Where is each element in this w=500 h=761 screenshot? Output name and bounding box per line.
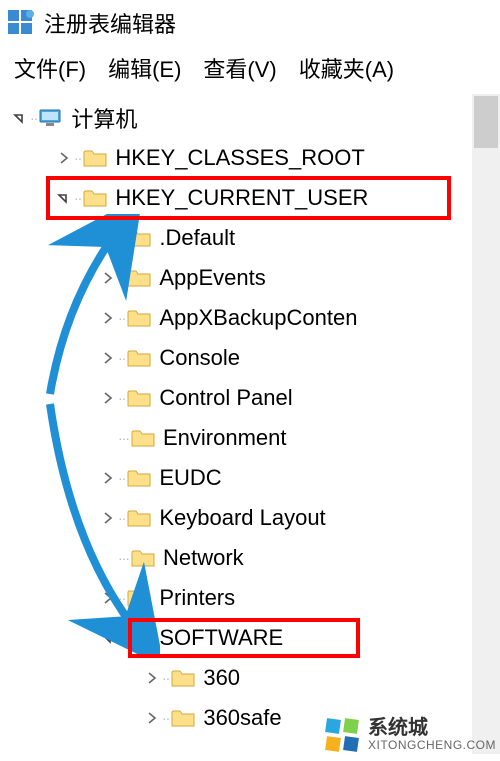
chevron-right-icon[interactable] [142,668,162,688]
tree-node-printers[interactable]: ·· Printers [0,578,500,618]
tree-label: AppXBackupConten [159,305,357,331]
tree-node-network[interactable]: ··· Network [0,538,500,578]
tree-label: 360 [203,665,240,691]
chevron-down-icon[interactable] [54,188,74,208]
tree-connector: ·· [118,270,125,286]
tree-label: HKEY_CURRENT_USER [115,185,368,211]
folder-icon [127,588,151,608]
folder-icon [127,228,151,248]
tree-node-appevents[interactable]: ·· AppEvents [0,258,500,298]
tree-label: Console [159,345,240,371]
tree-label: Control Panel [159,385,292,411]
tree-label: Printers [159,585,235,611]
regedit-icon [8,10,34,36]
menu-favorites[interactable]: 收藏夹(A) [299,52,394,84]
tree-connector: ·· [30,110,37,126]
tree-node-360[interactable]: ·· 360 [0,658,500,698]
menu-view[interactable]: 查看(V) [203,52,276,84]
computer-icon [39,108,63,128]
menu-file[interactable]: 文件(F) [14,52,86,84]
tree-node-computer[interactable]: ·· 计算机 [0,98,500,138]
tree-label: 计算机 [71,102,137,134]
tree-node-eudc[interactable]: ·· EUDC [0,458,500,498]
watermark-logo-icon [322,715,362,755]
tree: ·· 计算机 ·· HKEY_CLASSES_ROOT [0,94,500,738]
menubar: 文件(F) 编辑(E) 查看(V) 收藏夹(A) [0,46,500,94]
tree-node-appxbackup[interactable]: ·· AppXBackupConten [0,298,500,338]
tree-label: HKEY_CLASSES_ROOT [115,145,364,171]
folder-icon [127,308,151,328]
tree-connector: ·· [162,670,169,686]
tree-node-default[interactable]: ·· .Default [0,218,500,258]
tree-label: 360safe [203,705,281,731]
chevron-right-icon[interactable] [98,268,118,288]
menu-edit[interactable]: 编辑(E) [108,52,181,84]
chevron-right-icon[interactable] [98,388,118,408]
tree-label: Environment [163,425,287,451]
tree-node-keyboard[interactable]: ·· Keyboard Layout [0,498,500,538]
registry-editor-window: 注册表编辑器 文件(F) 编辑(E) 查看(V) 收藏夹(A) ·· 计算机 [0,0,500,761]
tree-connector: ·· [162,710,169,726]
folder-icon [127,508,151,528]
tree-label: AppEvents [159,265,265,291]
folder-icon [127,628,151,648]
folder-icon [131,428,155,448]
folder-icon [127,468,151,488]
vertical-scrollbar[interactable] [472,94,500,754]
folder-icon [171,668,195,688]
tree-area: ·· 计算机 ·· HKEY_CLASSES_ROOT [0,94,500,754]
chevron-down-icon[interactable] [98,628,118,648]
tree-label: .Default [159,225,235,251]
tree-connector: ·· [118,590,125,606]
tree-node-hkcr[interactable]: ·· HKEY_CLASSES_ROOT [0,138,500,178]
tree-connector: ·· [118,470,125,486]
tree-node-hkcu[interactable]: ·· HKEY_CURRENT_USER [0,178,500,218]
chevron-right-icon[interactable] [98,348,118,368]
chevron-down-icon[interactable] [10,108,30,128]
scrollbar-thumb[interactable] [474,96,498,148]
tree-connector: ·· [118,510,125,526]
tree-connector: ·· [118,630,125,646]
tree-connector: ··· [118,430,129,446]
chevron-right-icon[interactable] [54,148,74,168]
chevron-right-icon[interactable] [98,308,118,328]
titlebar: 注册表编辑器 [0,0,500,46]
tree-label: Network [163,545,244,571]
tree-connector: ·· [74,190,81,206]
chevron-right-icon[interactable] [98,508,118,528]
tree-connector: ·· [118,350,125,366]
chevron-right-icon[interactable] [142,708,162,728]
watermark-title: 系统城 [368,718,496,739]
folder-icon [83,188,107,208]
tree-node-console[interactable]: ·· Console [0,338,500,378]
folder-icon [127,268,151,288]
tree-connector: ·· [118,310,125,326]
tree-node-environment[interactable]: ··· Environment [0,418,500,458]
folder-icon [127,388,151,408]
folder-icon [171,708,195,728]
folder-icon [83,148,107,168]
watermark-subtitle: XITONGCHENG.COM [368,739,496,752]
tree-label: Keyboard Layout [159,505,325,531]
tree-node-controlpanel[interactable]: ·· Control Panel [0,378,500,418]
chevron-right-icon[interactable] [98,228,118,248]
tree-connector: ·· [74,150,81,166]
tree-connector: ··· [118,550,129,566]
tree-connector: ·· [118,390,125,406]
folder-icon [131,548,155,568]
tree-node-software[interactable]: ·· SOFTWARE [0,618,500,658]
window-title: 注册表编辑器 [44,7,176,39]
tree-connector: ·· [118,230,125,246]
chevron-right-icon[interactable] [98,468,118,488]
folder-icon [127,348,151,368]
tree-label: SOFTWARE [159,625,283,651]
chevron-right-icon[interactable] [98,588,118,608]
watermark: 系统城 XITONGCHENG.COM [322,715,496,755]
tree-label: EUDC [159,465,221,491]
